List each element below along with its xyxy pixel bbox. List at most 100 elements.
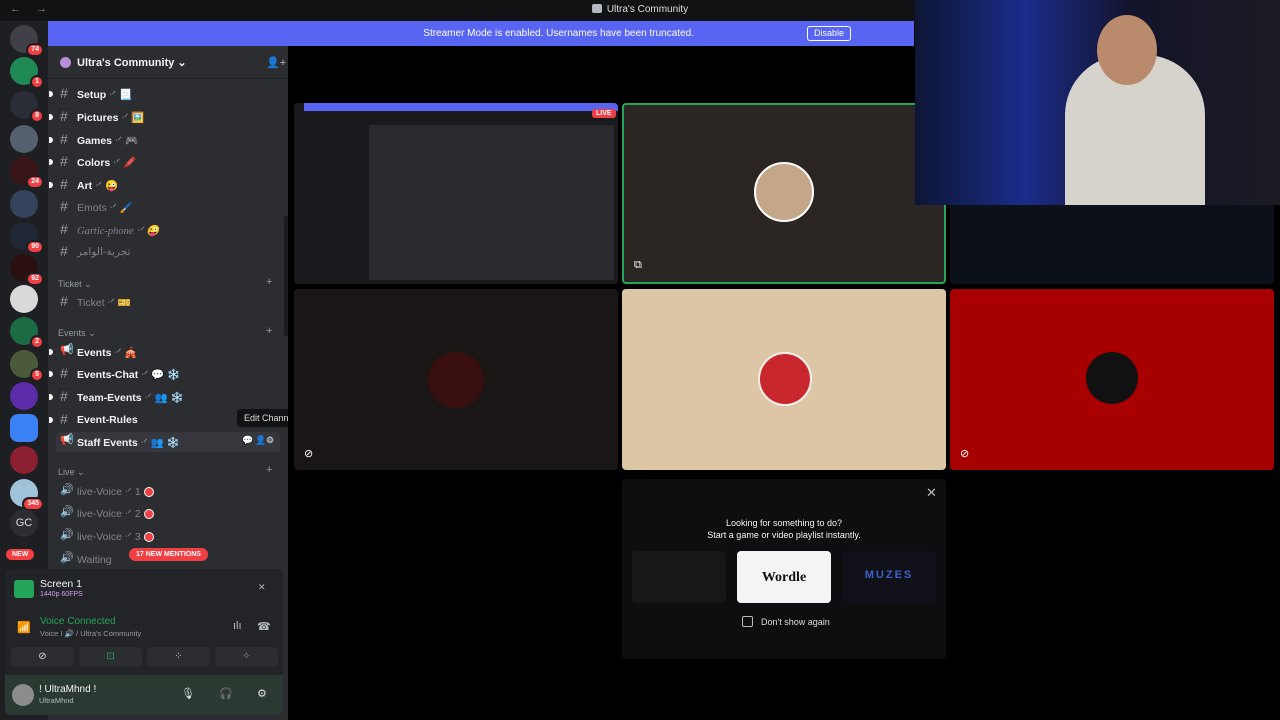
channel-ticket[interactable]: # Ticket ᐧᐟ 🎫 (56, 292, 280, 312)
channel-name: Colors (77, 157, 111, 169)
speaker-icon: 🔊 (60, 506, 74, 518)
guild-badge: 8 (30, 109, 44, 123)
participant-tile[interactable]: ⊘ (950, 289, 1274, 470)
participant-tile[interactable] (622, 289, 946, 470)
server-name[interactable]: Ultra's Community ⌄ (77, 56, 187, 69)
guild-icon[interactable]: 1 (10, 57, 44, 89)
channel-staff-events[interactable]: 📢 Staff Events ᐧᐟ 👥 ❄️ 💬 👤 ⚙ (56, 432, 280, 452)
channel-name: Setup (77, 89, 107, 101)
voice-channel-live-1[interactable]: 🔊 live-Voice ᐧᐟ 1 (56, 482, 280, 502)
guild-icon[interactable]: 74 (10, 25, 44, 57)
guild-badge: 92 (26, 272, 44, 286)
soundboard-button[interactable]: ✧ (215, 647, 278, 667)
voice-channel-live-2[interactable]: 🔊 live-Voice ᐧᐟ 2 (56, 504, 280, 524)
camera-off-button[interactable]: ⊘ (11, 647, 74, 667)
channel-name: live-Voice (77, 531, 122, 543)
stop-stream-icon[interactable]: ✕ (258, 582, 266, 593)
channel-games[interactable]: # Games ᐧᐟ 🎮 (49, 130, 280, 150)
signal-icon[interactable]: 📶 (17, 621, 31, 634)
close-icon[interactable]: ✕ (926, 485, 937, 501)
streamer-mode-banner: Streamer Mode is enabled. Usernames have… (48, 21, 914, 46)
live-dot-icon (143, 487, 154, 497)
speaker-icon: 🔊 (60, 552, 74, 564)
channel-art[interactable]: # Art ᐧᐟ 😜 (49, 175, 280, 195)
create-channel-icon[interactable]: + (266, 464, 272, 476)
guild-icon[interactable]: 345 (10, 479, 44, 511)
text-channel-icon: # (60, 85, 68, 101)
channel-events-chat[interactable]: # Events-Chat ᐧᐟ 💬 ❄️ (49, 364, 280, 384)
unread-indicator (49, 371, 53, 377)
voice-channel-live-3[interactable]: 🔊 live-Voice ᐧᐟ 3 (56, 527, 280, 547)
server-header[interactable]: Ultra's Community ⌄ 👤+ (48, 46, 288, 79)
add-member-icon[interactable]: 👤 (255, 435, 266, 446)
category-ticket[interactable]: Ticket ⌄ (58, 279, 92, 290)
channel-setup[interactable]: # Setup ᐧᐟ 📃 (49, 84, 280, 104)
channel-name: Games (77, 135, 113, 147)
channel-suffix: ᐧᐟ 📃 (106, 89, 133, 101)
channel-arabic[interactable]: # تجربة-الوامر (56, 242, 280, 262)
activity-card[interactable] (632, 551, 726, 603)
text-channel-icon: # (60, 198, 68, 214)
noise-suppression-icon[interactable]: ılı (233, 620, 242, 632)
channel-colors[interactable]: # Colors ᐧᐟ 🖍️ (49, 152, 280, 172)
channel-team-events[interactable]: # Team-Events ᐧᐟ 👥 ❄️ (49, 387, 280, 407)
channel-events[interactable]: 📢 Events ᐧᐟ 🎪 (49, 342, 280, 362)
channel-gartic-phone[interactable]: # Gartic-phone ᐧᐟ 😜 (56, 220, 280, 240)
wordle-card[interactable]: Wordle (737, 551, 831, 603)
microphone-icon[interactable]: 🎙 (181, 687, 195, 700)
create-channel-icon[interactable]: + (266, 325, 272, 337)
screen-share-icon: ⧉ (634, 259, 642, 271)
channel-emots[interactable]: # Emots ᐧᐟ 🖌️ (56, 197, 280, 217)
guild-icon[interactable]: 24 (10, 157, 44, 189)
guild-icon[interactable] (10, 190, 38, 218)
channel-pictures[interactable]: # Pictures ᐧᐟ 🖼️ (49, 107, 280, 127)
gear-icon[interactable]: ⚙ (257, 687, 267, 700)
guild-icon[interactable] (10, 125, 38, 153)
channel-name: Art (77, 180, 93, 192)
guild-icon[interactable] (10, 414, 38, 442)
activity-title: Looking for something to do? (725, 518, 843, 528)
invite-people-icon[interactable]: 👤+ (266, 56, 286, 69)
text-channel-icon: # (60, 293, 68, 309)
stream-preview-tile[interactable]: LIVE (294, 103, 618, 284)
avatar[interactable] (12, 684, 34, 706)
create-channel-icon[interactable]: + (266, 276, 272, 288)
unread-indicator (49, 182, 53, 188)
gear-icon[interactable]: ⚙ (266, 435, 274, 446)
participant-tile[interactable]: ⊘ (294, 289, 618, 470)
deafen-icon[interactable]: 🎧 (219, 687, 233, 700)
disconnect-icon[interactable]: ☎ (257, 620, 271, 633)
category-events[interactable]: Events ⌄ (58, 328, 96, 339)
guild-gc[interactable]: GC (10, 509, 38, 537)
voice-status[interactable]: Voice Connected (40, 616, 116, 627)
guild-icon[interactable] (10, 285, 38, 313)
voice-user-panel: Screen 1 1440p 60FPS ✕ 📶 Voice Connected… (5, 569, 283, 715)
participant-tile[interactable]: ⧉ (622, 103, 946, 284)
chat-bubble-icon[interactable]: 💬 (242, 435, 253, 446)
announcement-icon: 📢 (60, 434, 74, 446)
new-pill[interactable]: NEW (6, 549, 35, 560)
guild-icon[interactable]: 2 (10, 317, 44, 349)
guild-icon[interactable]: 5 (10, 350, 44, 382)
channel-suffix: ᐧᐟ 1 (121, 486, 141, 498)
guild-icon[interactable] (10, 446, 38, 474)
category-live[interactable]: Live ⌄ (58, 467, 85, 478)
new-mentions-pill[interactable]: 17 NEW MENTIONS (129, 548, 208, 561)
activities-button[interactable]: ⁘ (147, 647, 210, 667)
announcement-icon: 📢 (60, 344, 74, 356)
guild-icon[interactable] (10, 382, 38, 410)
dont-show-label[interactable]: Don't show again (761, 617, 830, 627)
screen-share-button[interactable]: ⊡ (79, 647, 142, 667)
guild-icon[interactable]: 92 (10, 254, 44, 286)
live-dot-icon (143, 509, 154, 519)
dont-show-checkbox[interactable] (742, 616, 753, 627)
guild-icon[interactable]: 8 (10, 91, 44, 123)
muzes-card[interactable]: MUZES (842, 551, 936, 603)
disable-button[interactable]: Disable (807, 26, 852, 41)
voice-detail[interactable]: Voice I 🔊 / Ultra's Community (40, 629, 141, 638)
guild-icon[interactable]: 90 (10, 222, 44, 254)
username[interactable]: ! UltraMhnd ! (39, 684, 96, 695)
speaker-icon: 🔊 (60, 529, 74, 541)
channel-suffix: ᐧᐟ 🎫 (104, 297, 131, 309)
channel-name: Team-Events (77, 392, 142, 404)
